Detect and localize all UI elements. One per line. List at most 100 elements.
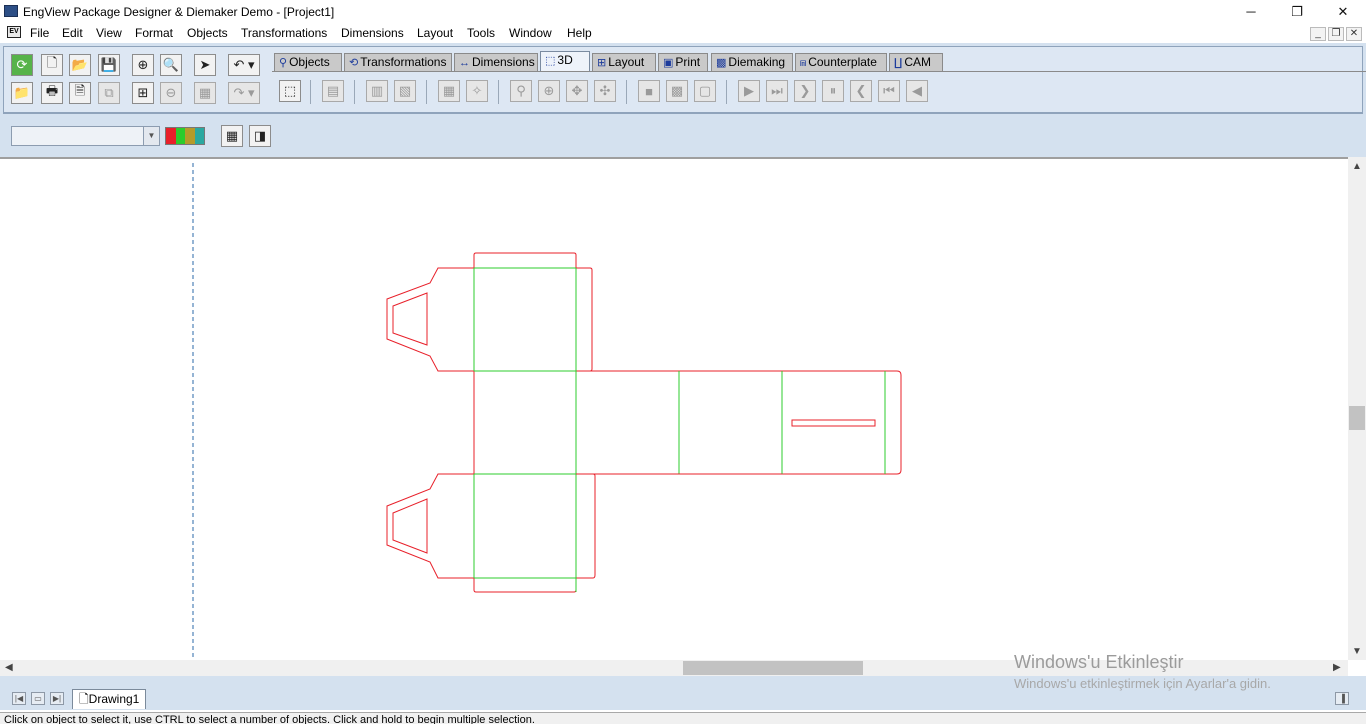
menu-format[interactable]: Format xyxy=(135,26,173,40)
zoom-in-icon[interactable]: ⊕ xyxy=(132,54,154,76)
tab-drawing1[interactable]: 🗋Drawing1 xyxy=(72,689,146,709)
separator xyxy=(626,80,627,104)
grid-icon[interactable]: ▦ xyxy=(194,82,216,104)
panel-creases xyxy=(678,371,886,474)
print-icon[interactable]: 🖶 xyxy=(41,82,63,104)
3d-solid-icon[interactable]: ■ xyxy=(638,80,660,102)
3d-texture-icon[interactable]: ▦ xyxy=(438,80,460,102)
drawing-canvas[interactable] xyxy=(0,157,1348,662)
menu-edit[interactable]: Edit xyxy=(62,26,83,40)
3d-zoom-icon[interactable]: ⊕ xyxy=(538,80,560,102)
layer-combo[interactable]: ▼ xyxy=(11,126,160,146)
separator xyxy=(726,80,727,104)
separator xyxy=(354,80,355,104)
slot-cutout xyxy=(791,419,876,427)
menu-layout[interactable]: Layout xyxy=(417,26,453,40)
tab-counterplate[interactable]: ⩎ Counterplate xyxy=(795,53,887,71)
pause-icon[interactable]: ⏸ xyxy=(822,80,844,102)
scroll-down-icon[interactable]: ▼ xyxy=(1352,646,1362,657)
separator xyxy=(498,80,499,104)
scroll-up-icon[interactable]: ▲ xyxy=(1352,161,1362,172)
new-project-icon[interactable]: ⟳ xyxy=(11,54,33,76)
play-reverse-icon[interactable]: ◀ xyxy=(906,80,928,102)
last-tab-icon[interactable]: ▶| xyxy=(50,692,64,705)
3d-pan-icon[interactable]: ✥ xyxy=(566,80,588,102)
counterplate-icon: ⩎ xyxy=(800,57,807,69)
3d-wire-icon[interactable]: ▢ xyxy=(694,80,716,102)
tab-list-icon[interactable]: ▭ xyxy=(31,692,45,705)
dimensions-icon: ↔ xyxy=(459,57,470,69)
3d-orbit-icon[interactable]: ✣ xyxy=(594,80,616,102)
vertical-scrollbar[interactable]: ▲ ▼ xyxy=(1348,157,1366,660)
3d-light-icon[interactable]: ✧ xyxy=(466,80,488,102)
menu-dimensions[interactable]: Dimensions xyxy=(341,26,404,40)
tab-diemaking[interactable]: ▩ Diemaking xyxy=(711,53,793,71)
tab-transformations[interactable]: ⟲ Transformations xyxy=(344,53,452,71)
minimize-button[interactable]: ─ xyxy=(1228,0,1274,23)
close-button[interactable]: ✕ xyxy=(1320,0,1366,23)
tab-objects[interactable]: ⚲ Objects xyxy=(274,53,342,71)
title-bar: EngView Package Designer & Diemaker Demo… xyxy=(0,0,1366,23)
toolbar-area: ⟳ 🗋 📂 💾 ⊕ 🔍 ➤ ↶ ▾ 📁 🖶 🗎 ⧉ ⊞ ⊖ ▦ ↷ ▾ ⚲ Obj… xyxy=(0,43,1366,157)
teal-swatch xyxy=(194,128,204,144)
step-back-icon[interactable]: ❮ xyxy=(850,80,872,102)
first-tab-icon[interactable]: |◀ xyxy=(12,692,26,705)
tab-cam[interactable]: ∐ CAM xyxy=(889,53,943,71)
undo-icon[interactable]: ↶ ▾ xyxy=(228,54,260,76)
panel-toggle-icon[interactable]: ▐ xyxy=(1335,692,1349,705)
activation-watermark-text: Windows'u etkinleştirmek için Ayarlar'a … xyxy=(1014,676,1271,691)
copy-icon[interactable]: ⧉ xyxy=(98,82,120,104)
print-preview-icon[interactable]: 🗎 xyxy=(69,82,91,104)
skip-back-icon[interactable]: ⏮ xyxy=(878,80,900,102)
menu-view[interactable]: View xyxy=(96,26,122,40)
vertical-scroll-thumb[interactable] xyxy=(1349,406,1365,430)
mdi-minimize-button[interactable]: _ xyxy=(1310,27,1326,41)
color-palette-icon[interactable] xyxy=(165,127,205,145)
menu-file[interactable]: File xyxy=(30,26,49,40)
menu-transformations[interactable]: Transformations xyxy=(241,26,327,40)
olive-swatch xyxy=(185,128,195,144)
document-icon[interactable]: EV xyxy=(7,26,21,38)
menu-window[interactable]: Window xyxy=(509,26,552,40)
3d-material-icon[interactable]: ▤ xyxy=(322,80,344,102)
select-pointer-icon[interactable]: ➤ xyxy=(194,54,216,76)
mdi-close-button[interactable]: ✕ xyxy=(1346,27,1362,41)
tab-print[interactable]: ▣ Print xyxy=(658,53,708,71)
menu-objects[interactable]: Objects xyxy=(187,26,228,40)
tab-3d[interactable]: ⬚ 3D xyxy=(540,51,590,72)
horizontal-scroll-thumb[interactable] xyxy=(683,661,863,675)
print-icon: ▣ xyxy=(663,57,674,69)
open-file-icon[interactable]: 📂 xyxy=(69,54,91,76)
new-file-icon[interactable]: 🗋 xyxy=(41,54,63,76)
separator xyxy=(310,80,311,104)
layer-properties-icon[interactable]: ◨ xyxy=(249,125,271,147)
3d-fold-icon[interactable]: ▥ xyxy=(366,80,388,102)
3d-rotate-icon[interactable]: ⚲ xyxy=(510,80,532,102)
zoom-out-icon[interactable]: ⊖ xyxy=(160,82,182,104)
open-project-icon[interactable]: 📁 xyxy=(11,82,33,104)
save-icon[interactable]: 💾 xyxy=(98,54,120,76)
3d-unfold-icon[interactable]: ▧ xyxy=(394,80,416,102)
horizontal-creases xyxy=(474,267,576,579)
step-forward-icon[interactable]: ❯ xyxy=(794,80,816,102)
play-icon[interactable]: ▶ xyxy=(738,80,760,102)
zoom-extents-icon[interactable]: ⊞ xyxy=(132,82,154,104)
chevron-down-icon[interactable]: ▼ xyxy=(143,127,159,145)
menu-help[interactable]: Help xyxy=(567,26,592,40)
document-icon: 🗋 xyxy=(79,692,89,706)
3d-box-icon[interactable]: ⬚ xyxy=(279,80,301,102)
layers-icon[interactable]: ▦ xyxy=(221,125,243,147)
scroll-left-icon[interactable]: ◀ xyxy=(5,662,13,673)
restore-button[interactable]: ❐ xyxy=(1274,0,1320,23)
app-icon xyxy=(4,5,18,17)
menu-tools[interactable]: Tools xyxy=(467,26,495,40)
mdi-restore-button[interactable]: ❐ xyxy=(1328,27,1344,41)
skip-forward-icon[interactable]: ⏭ xyxy=(766,80,788,102)
tab-layout[interactable]: ⊞ Layout xyxy=(592,53,656,71)
redo-icon[interactable]: ↷ ▾ xyxy=(228,82,260,104)
3d-shaded-icon[interactable]: ▩ xyxy=(666,80,688,102)
zoom-window-icon[interactable]: 🔍 xyxy=(160,54,182,76)
scroll-right-icon[interactable]: ▶ xyxy=(1333,662,1341,673)
top-dust-flap xyxy=(473,252,577,268)
tab-dimensions[interactable]: ↔ Dimensions xyxy=(454,53,538,71)
